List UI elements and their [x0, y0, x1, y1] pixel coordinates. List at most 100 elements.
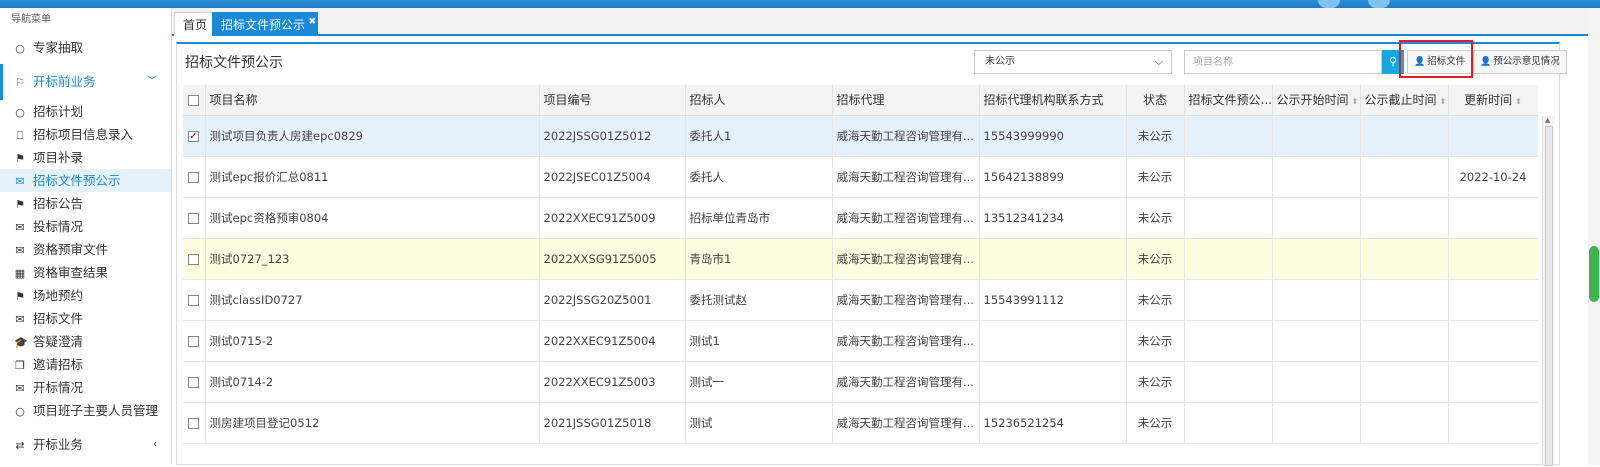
select-all-checkbox[interactable]: [188, 94, 199, 106]
cell-start-time: [1272, 238, 1361, 280]
table-row[interactable]: 测试0715-2 2022XXEC91Z5004 测试1 威海天勤工程咨询管理有...…: [183, 320, 1538, 362]
table-row[interactable]: 测试classID0727 2022JSSG20Z5001 委托测试赵 威海天勤工程咨…: [183, 279, 1538, 321]
col-header-tenderer[interactable]: 招标人: [685, 85, 833, 116]
cell-tenderer: 测试1: [685, 320, 833, 362]
col-header-end-time[interactable]: 公示截止时间 ⬍: [1360, 85, 1449, 116]
table-row[interactable]: ✓ 测试项目负责人房建epc0829 2022JSSG01Z5012 委托人1 威海天勤…: [183, 115, 1538, 157]
sidebar-item[interactable]: ⚑ 项目补录: [0, 146, 171, 169]
sidebar-item[interactable]: ✉ 投标情况: [0, 215, 171, 238]
sidebar-item[interactable]: 🎓 答疑澄清: [0, 330, 171, 353]
sidebar-group-bid-opening[interactable]: ⇄ 开标业务 ‹: [0, 433, 171, 457]
col-header-project-code[interactable]: 项目编号: [539, 85, 686, 116]
envelope-icon: ✉: [15, 244, 25, 257]
table-row[interactable]: 测试epc报价汇总0811 2022JSEC01Z5004 委托人 威海天勤工程咨询管…: [183, 156, 1538, 198]
calendar-icon: ▦: [14, 267, 26, 280]
top-header-bar: [0, 0, 1600, 8]
close-icon[interactable]: ✖: [308, 10, 316, 34]
cell-tenderer: 测试: [685, 402, 833, 444]
row-checkbox-cell[interactable]: [183, 238, 206, 280]
cell-project-name: 测试0715-2: [205, 320, 540, 362]
cell-end-time: [1360, 156, 1449, 198]
sidebar-item[interactable]: ○ 项目班子主要人员管理: [0, 399, 171, 422]
project-name-search-input[interactable]: [1184, 50, 1382, 74]
row-checkbox[interactable]: [188, 212, 199, 224]
col-header-updated-time[interactable]: 更新时间 ⬍: [1448, 85, 1538, 116]
table-row[interactable]: 测试0727_123 2022XXSG91Z5005 青岛市1 威海天勤工程咨询管理有…: [183, 238, 1538, 280]
row-checkbox[interactable]: ✓: [188, 130, 199, 142]
sidebar-group-pre-bid[interactable]: ⚐ 开标前业务 ﹀: [0, 64, 171, 100]
table-vertical-scrollbar[interactable]: ▲: [1542, 116, 1554, 466]
scroll-up-icon[interactable]: ▲: [1545, 116, 1550, 124]
row-checkbox-cell[interactable]: [183, 197, 206, 239]
cell-agency-contact: [979, 238, 1127, 280]
col-header-preview[interactable]: 招标文件预公...: [1184, 85, 1273, 116]
chevron-left-icon: ‹: [153, 439, 157, 450]
sort-icon[interactable]: ⬍: [1515, 97, 1522, 106]
row-checkbox[interactable]: [188, 294, 199, 306]
cell-agency: 威海天勤工程咨询管理有...: [832, 238, 980, 280]
col-header-status[interactable]: 状态: [1126, 85, 1185, 116]
sidebar-item[interactable]: ❐ 邀请招标: [0, 353, 171, 376]
col-header-agency-contact[interactable]: 招标代理机构联系方式: [979, 85, 1127, 116]
cell-agency-contact: 13512341234: [979, 197, 1127, 239]
col-header-agency[interactable]: 招标代理: [832, 85, 980, 116]
sort-icon[interactable]: ⬍: [1352, 97, 1359, 106]
scrollbar-thumb[interactable]: [1589, 246, 1599, 302]
sort-icon[interactable]: ⬍: [1440, 97, 1447, 106]
table-row[interactable]: 测试0714-2 2022XXEC91Z5003 测试一 威海天勤工程咨询管理有...…: [183, 361, 1538, 403]
cell-preview: [1184, 279, 1273, 321]
cell-end-time: [1360, 402, 1449, 444]
page-vertical-scrollbar[interactable]: [1588, 8, 1600, 465]
cell-agency-contact: 15236521254: [979, 402, 1127, 444]
col-header-project-name[interactable]: 项目名称: [205, 85, 540, 116]
sidebar-item[interactable]: ⚑ 场地预约: [0, 284, 171, 307]
cell-end-time: [1360, 320, 1449, 362]
sidebar-item-label: 项目补录: [33, 150, 84, 165]
row-checkbox[interactable]: [188, 171, 199, 183]
annotation-highlight-box: [1399, 40, 1473, 78]
sidebar-item[interactable]: ▦ 资格审查结果: [0, 261, 171, 284]
tab-bid-file-preview[interactable]: 招标文件预公示 ✖: [212, 10, 319, 36]
sidebar-item[interactable]: ✉ 资格预审文件: [0, 238, 171, 261]
col-header-label: 招标文件预公...: [1188, 93, 1272, 108]
table-row[interactable]: 测试epc资格预审0804 2022XXEC91Z5009 招标单位青岛市 威海天勤工…: [183, 197, 1538, 239]
select-all-checkbox-cell[interactable]: [183, 85, 206, 116]
sidebar-item[interactable]: ○ 招标计划: [0, 100, 171, 123]
sidebar-item-expert-draw[interactable]: ○ 专家抽取: [0, 32, 171, 64]
col-header-start-time[interactable]: 公示开始时间 ⬍: [1272, 85, 1361, 116]
header-decoration: [1368, 0, 1390, 8]
status-select[interactable]: 未公示 ⌵: [974, 50, 1172, 74]
cell-agency: 威海天勤工程咨询管理有...: [832, 115, 980, 157]
sidebar-item-label: 项目班子主要人员管理: [33, 403, 159, 418]
row-checkbox[interactable]: [188, 253, 199, 265]
row-checkbox-cell[interactable]: [183, 156, 206, 198]
cell-agency: 威海天勤工程咨询管理有...: [832, 156, 980, 198]
row-checkbox[interactable]: [188, 335, 199, 347]
cell-project-code: 2022XXEC91Z5004: [539, 320, 686, 362]
sidebar-item[interactable]: ✉ 招标文件: [0, 307, 171, 330]
sidebar-item[interactable]: ⚑ 招标公告: [0, 192, 171, 215]
row-checkbox[interactable]: [188, 417, 199, 429]
cell-agency: 威海天勤工程咨询管理有...: [832, 320, 980, 362]
sidebar-item[interactable]: ✉ 开标情况: [0, 376, 171, 399]
chevron-down-icon: ﹀: [147, 76, 157, 87]
row-checkbox-cell[interactable]: [183, 402, 206, 444]
tab-label: 招标文件预公示: [221, 18, 306, 32]
data-table: 项目名称 项目编号 招标人 招标代理 招标代理机构联系方式 状态 招标文件预公.…: [183, 85, 1538, 467]
cell-updated-time: [1448, 402, 1538, 444]
scrollbar-thumb[interactable]: [1545, 126, 1553, 466]
tab-home[interactable]: 首页: [174, 12, 217, 36]
sidebar-item-label: 邀请招标: [33, 357, 84, 372]
row-checkbox-cell[interactable]: ✓: [183, 115, 206, 157]
preview-opinion-button[interactable]: 👤 预公示意见情况: [1473, 50, 1567, 74]
table-row[interactable]: 测房建项目登记0512 2021JSSG01Z5018 测试 威海天勤工程咨询管理有.…: [183, 402, 1538, 444]
cell-preview: [1184, 115, 1273, 157]
row-checkbox-cell[interactable]: [183, 320, 206, 362]
row-checkbox[interactable]: [188, 376, 199, 388]
row-checkbox-cell[interactable]: [183, 279, 206, 321]
sidebar-item[interactable]: ⎕ 招标项目信息录入: [0, 123, 171, 146]
sidebar-item[interactable]: ✉ 招标文件预公示: [0, 169, 171, 192]
cell-status: 未公示: [1126, 279, 1185, 321]
row-checkbox-cell[interactable]: [183, 361, 206, 403]
sidebar-nav: 导航菜单 ○ 专家抽取 ⚐ 开标前业务 ﹀ ○ 招标计划 ⎕ 招标项目信息录入 ⚑ 项目补录 ✉…: [0, 8, 172, 465]
